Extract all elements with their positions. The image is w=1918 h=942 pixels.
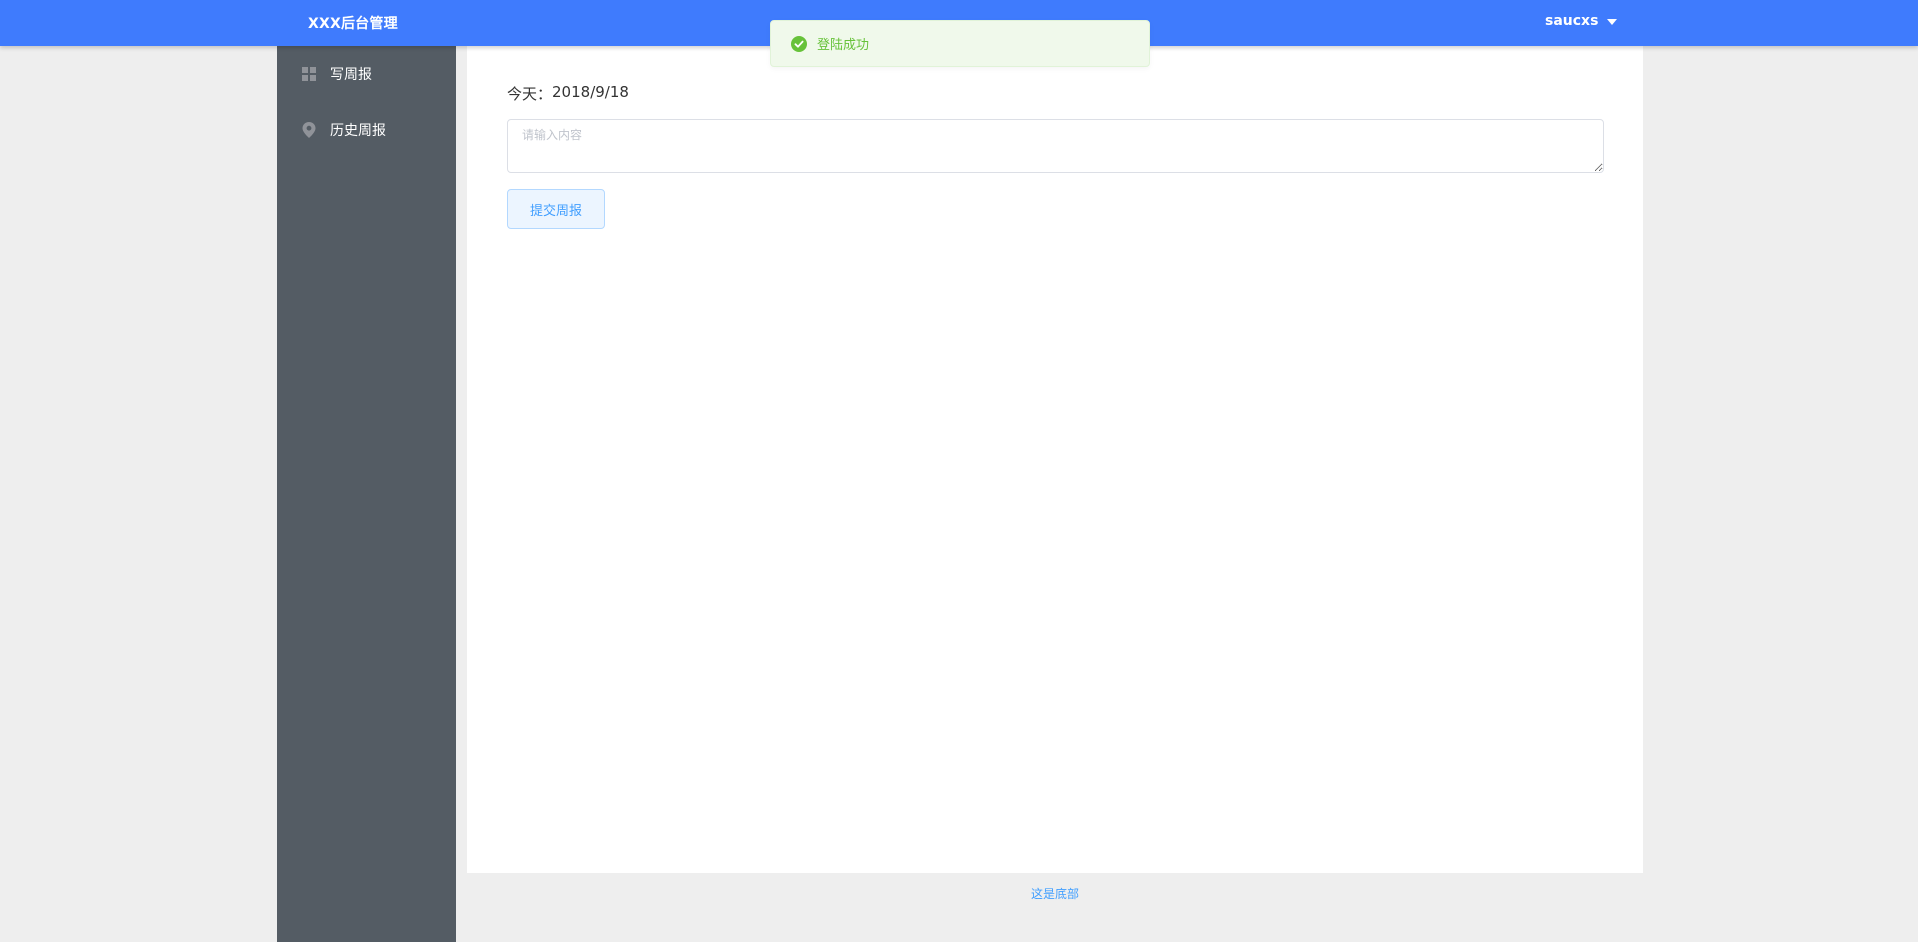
today-value: 2018/9/18 (552, 83, 629, 101)
sidebar: 写周报 历史周报 (277, 46, 456, 942)
today-label: 今天： (507, 85, 553, 103)
user-menu-dropdown[interactable]: saucxs (1545, 13, 1618, 29)
check-circle-icon (791, 35, 807, 52)
footer-text: 这是底部 (1030, 886, 1079, 901)
footer: 这是底部 (467, 873, 1643, 913)
sidebar-item-history-report[interactable]: 历史周报 (277, 102, 456, 158)
username[interactable]: saucxs (1545, 13, 1598, 29)
submit-report-button[interactable]: 提交周报 (507, 189, 605, 229)
caret-down-icon[interactable] (1607, 19, 1618, 25)
location-pin-icon (301, 122, 317, 138)
report-content-textarea[interactable] (507, 119, 1604, 173)
sidebar-item-label: 历史周报 (330, 123, 386, 139)
app-title: XXX后台管理 (308, 16, 398, 32)
sidebar-item-write-report[interactable]: 写周报 (277, 46, 456, 102)
content-gutter (456, 46, 467, 942)
toast-message: 登陆成功 (817, 38, 870, 53)
success-toast: 登陆成功 (770, 20, 1150, 67)
sidebar-item-label: 写周报 (330, 67, 372, 83)
today-date: 今天： 2018/9/18 (507, 83, 629, 104)
main-content: 今天： 2018/9/18 提交周报 (467, 46, 1643, 873)
grid-icon (301, 66, 317, 82)
